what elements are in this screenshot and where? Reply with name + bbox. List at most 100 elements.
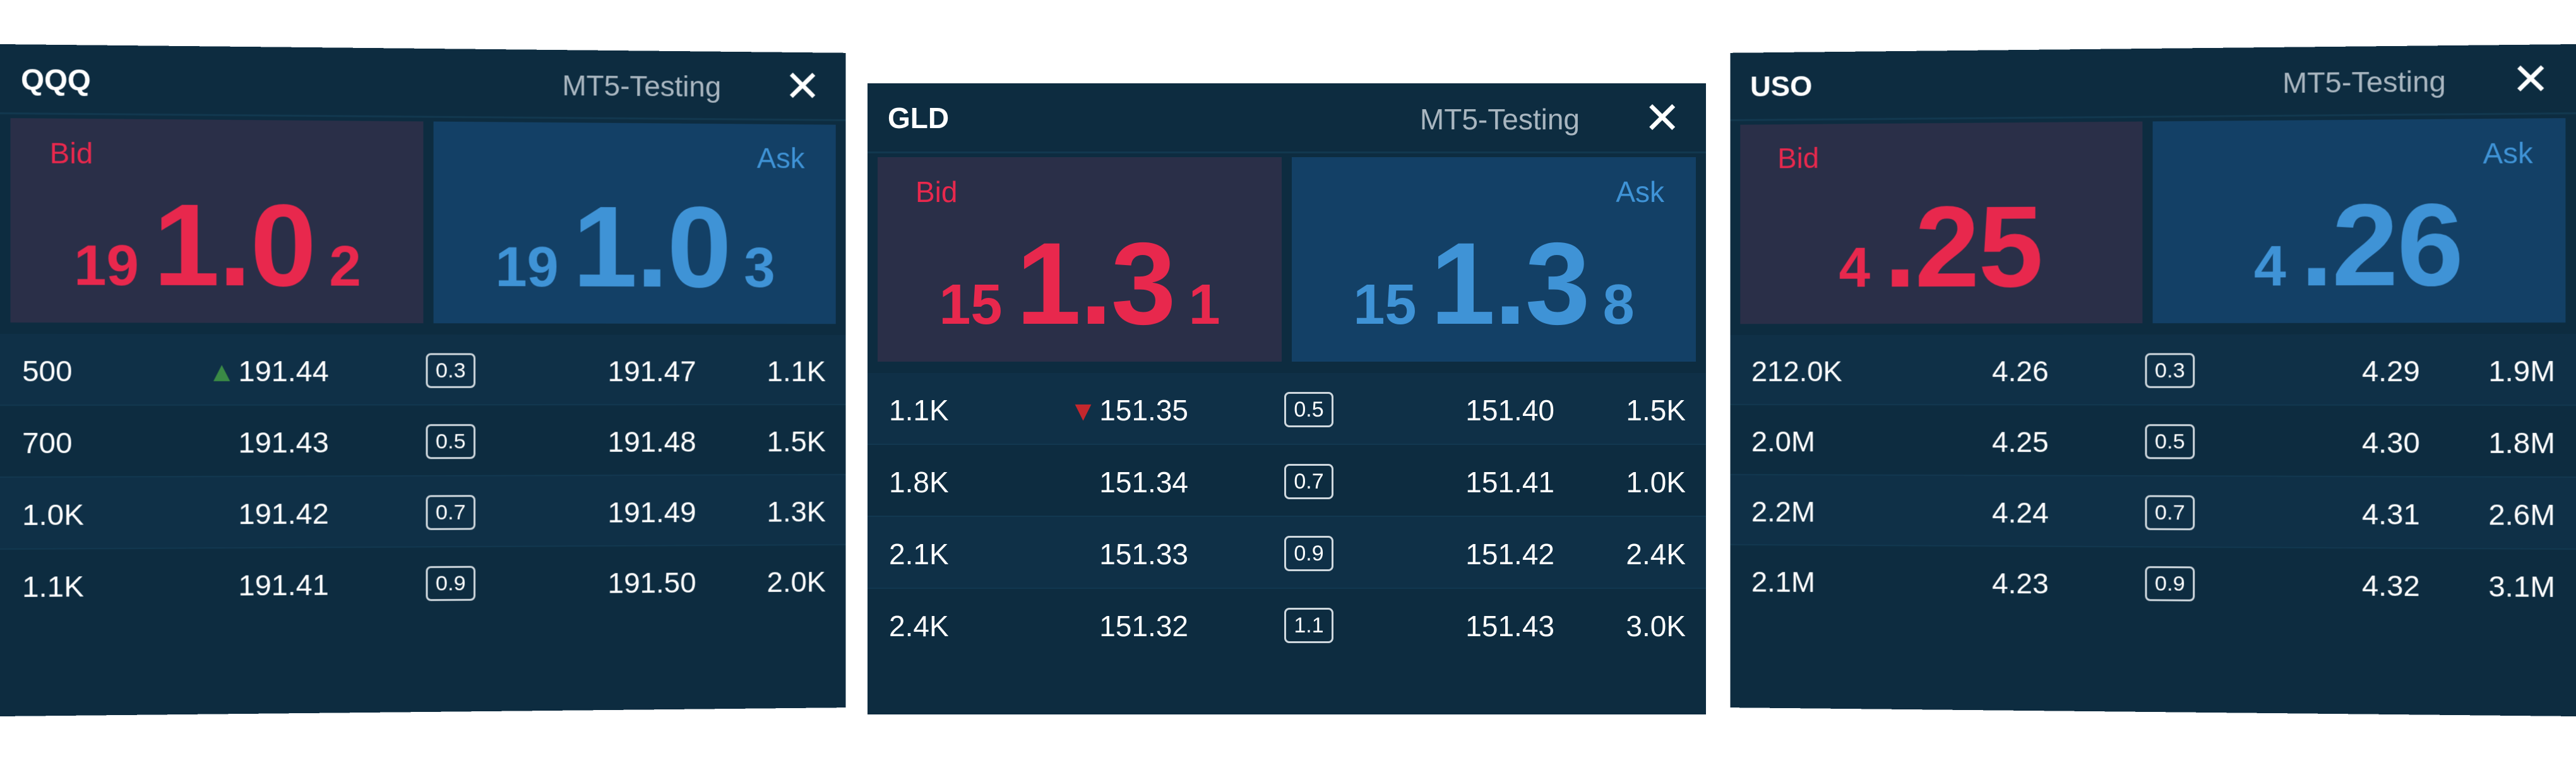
ask-level[interactable]: 4.32: [2362, 569, 2420, 603]
bid-level[interactable]: 151.34: [1099, 465, 1188, 499]
ask-label: Ask: [756, 141, 805, 175]
account-label: MT5-Testing: [1419, 103, 1580, 136]
ask-level[interactable]: 151.42: [1465, 537, 1554, 571]
bid-size: 2.4K: [889, 610, 949, 643]
ask-button[interactable]: Ask 15 1.3 8: [1292, 157, 1696, 362]
spread-badge: 0.7: [1284, 464, 1333, 499]
ask-level[interactable]: 191.48: [608, 425, 696, 458]
panel-header: QQQ MT5-Testing ✕: [0, 44, 846, 121]
ask-price: 19 1.0 3: [434, 181, 836, 312]
quote-panel-gld: GLD MT5-Testing ✕ Bid 15 1.3 1 Ask 15 1.…: [868, 83, 1706, 714]
bid-price-prefix: 15: [939, 273, 1003, 336]
bid-level-price: 191.44: [238, 355, 329, 388]
bid-level[interactable]: 191.41: [239, 568, 329, 602]
ask-price-suffix: 3: [744, 237, 775, 300]
depth-row: 1.0K 191.42 0.7 191.49 1.3K: [0, 475, 846, 550]
bid-size: 2.0M: [1751, 425, 1815, 458]
ask-level[interactable]: 4.30: [2362, 426, 2420, 460]
bid-price-suffix: 2: [329, 235, 362, 299]
ask-price-main: .26: [2300, 181, 2463, 311]
close-icon[interactable]: ✕: [1643, 96, 1681, 140]
bid-price: 4 .25: [1740, 181, 2142, 311]
bid-level-price: 151.34: [1099, 466, 1188, 499]
ask-level[interactable]: 151.43: [1465, 609, 1554, 643]
bid-price-main: 1.0: [153, 181, 316, 311]
bid-level-price: 151.33: [1099, 538, 1188, 571]
bid-level[interactable]: 151.32: [1099, 609, 1188, 643]
bid-level-price: 4.25: [1992, 425, 2049, 458]
spread-badge: 0.9: [426, 566, 476, 601]
bid-size: 1.8K: [889, 466, 949, 499]
bid-level[interactable]: ▲191.44: [208, 354, 329, 388]
bid-label: Bid: [915, 175, 958, 208]
bid-level-price: 191.41: [238, 568, 329, 602]
bid-price-suffix: 1: [1188, 273, 1220, 336]
ask-level[interactable]: 151.40: [1465, 393, 1554, 427]
depth-row: 1.8K 151.34 0.7 151.41 1.0K: [868, 445, 1706, 517]
bid-size: 1.1K: [22, 570, 84, 603]
bid-size: 2.1K: [889, 538, 949, 571]
bid-level[interactable]: 191.43: [239, 425, 329, 459]
ask-label: Ask: [2483, 136, 2533, 170]
spread-badge: 0.5: [2145, 424, 2195, 459]
bid-level[interactable]: 4.26: [1992, 355, 2049, 388]
ask-price-prefix: 19: [495, 236, 559, 299]
panel-header: USO MT5-Testing ✕: [1730, 44, 2576, 121]
bid-level[interactable]: 151.33: [1099, 537, 1188, 571]
bid-level-price: 151.35: [1099, 394, 1188, 427]
account-label: MT5-Testing: [2282, 65, 2446, 100]
bid-size: 2.1M: [1751, 566, 1815, 598]
ask-size: 3.0K: [1626, 610, 1686, 643]
spread-badge: 0.7: [426, 495, 476, 530]
bid-level[interactable]: 4.24: [1992, 496, 2049, 530]
ask-size: 1.3K: [766, 495, 826, 528]
ask-level[interactable]: 4.31: [2362, 497, 2420, 531]
bid-level[interactable]: 191.42: [239, 497, 329, 531]
close-icon[interactable]: ✕: [784, 62, 821, 110]
ask-level[interactable]: 191.50: [608, 566, 696, 600]
ask-level[interactable]: 191.47: [608, 355, 696, 388]
bid-level-price: 191.43: [238, 426, 329, 459]
bid-level[interactable]: 4.25: [1992, 425, 2049, 459]
depth-table: 1.1K ▼151.35 0.5 151.40 1.5K 1.8K 151.34…: [868, 373, 1706, 660]
quote-boxes: Bid 15 1.3 1 Ask 15 1.3 8: [878, 157, 1696, 365]
bid-level[interactable]: 4.23: [1992, 567, 2049, 601]
ask-size: 1.5K: [766, 425, 826, 458]
depth-row: 1.1K 191.41 0.9 191.50 2.0K: [0, 545, 845, 620]
bid-button[interactable]: Bid 4 .25: [1740, 121, 2143, 324]
spread-badge: 1.1: [1284, 608, 1333, 643]
ask-size: 3.1M: [2488, 570, 2555, 603]
ask-size: 1.9M: [2488, 355, 2555, 388]
close-icon[interactable]: ✕: [2512, 54, 2550, 104]
quote-boxes: Bid 4 .25 Ask 4 .26: [1740, 118, 2566, 328]
ask-level[interactable]: 191.49: [608, 495, 696, 530]
bid-size: 700: [22, 426, 73, 459]
ask-size: 1.5K: [1626, 394, 1686, 427]
depth-row: 2.2M 4.24 0.7 4.31 2.6M: [1730, 475, 2576, 550]
ask-level[interactable]: 151.41: [1465, 465, 1554, 499]
ask-size: 2.4K: [1626, 538, 1686, 571]
ask-button[interactable]: Ask 4 .26: [2152, 118, 2566, 324]
bid-price-main: .25: [1883, 183, 2042, 312]
bid-button[interactable]: Bid 15 1.3 1: [878, 157, 1282, 362]
bid-label: Bid: [1777, 141, 1819, 175]
depth-row: 2.4K 151.32 1.1 151.43 3.0K: [868, 589, 1706, 660]
bid-label: Bid: [49, 136, 93, 170]
ask-size: 1.8M: [2488, 426, 2555, 459]
ask-button[interactable]: Ask 19 1.0 3: [433, 121, 836, 324]
bid-price: 15 1.3 1: [878, 217, 1282, 349]
depth-row: 2.1K 151.33 0.9 151.42 2.4K: [868, 517, 1706, 589]
account-label: MT5-Testing: [562, 69, 722, 103]
depth-row: 1.1K ▼151.35 0.5 151.40 1.5K: [868, 373, 1706, 445]
ask-level[interactable]: 4.29: [2362, 354, 2420, 388]
bid-button[interactable]: Bid 19 1.0 2: [10, 118, 424, 324]
symbol-title: USO: [1750, 69, 1813, 103]
trading-panels-stage: QQQ MT5-Testing ✕ Bid 19 1.0 2 Ask 19 1.…: [0, 0, 2576, 758]
bid-level-price: 4.26: [1992, 355, 2049, 388]
ask-size: 1.0K: [1626, 466, 1686, 499]
spread-badge: 0.5: [1284, 392, 1333, 427]
depth-row: 2.1M 4.23 0.9 4.32 3.1M: [1731, 545, 2576, 620]
bid-size: 1.0K: [22, 498, 84, 531]
bid-level[interactable]: ▼151.35: [1070, 393, 1188, 427]
symbol-title: QQQ: [21, 62, 91, 97]
